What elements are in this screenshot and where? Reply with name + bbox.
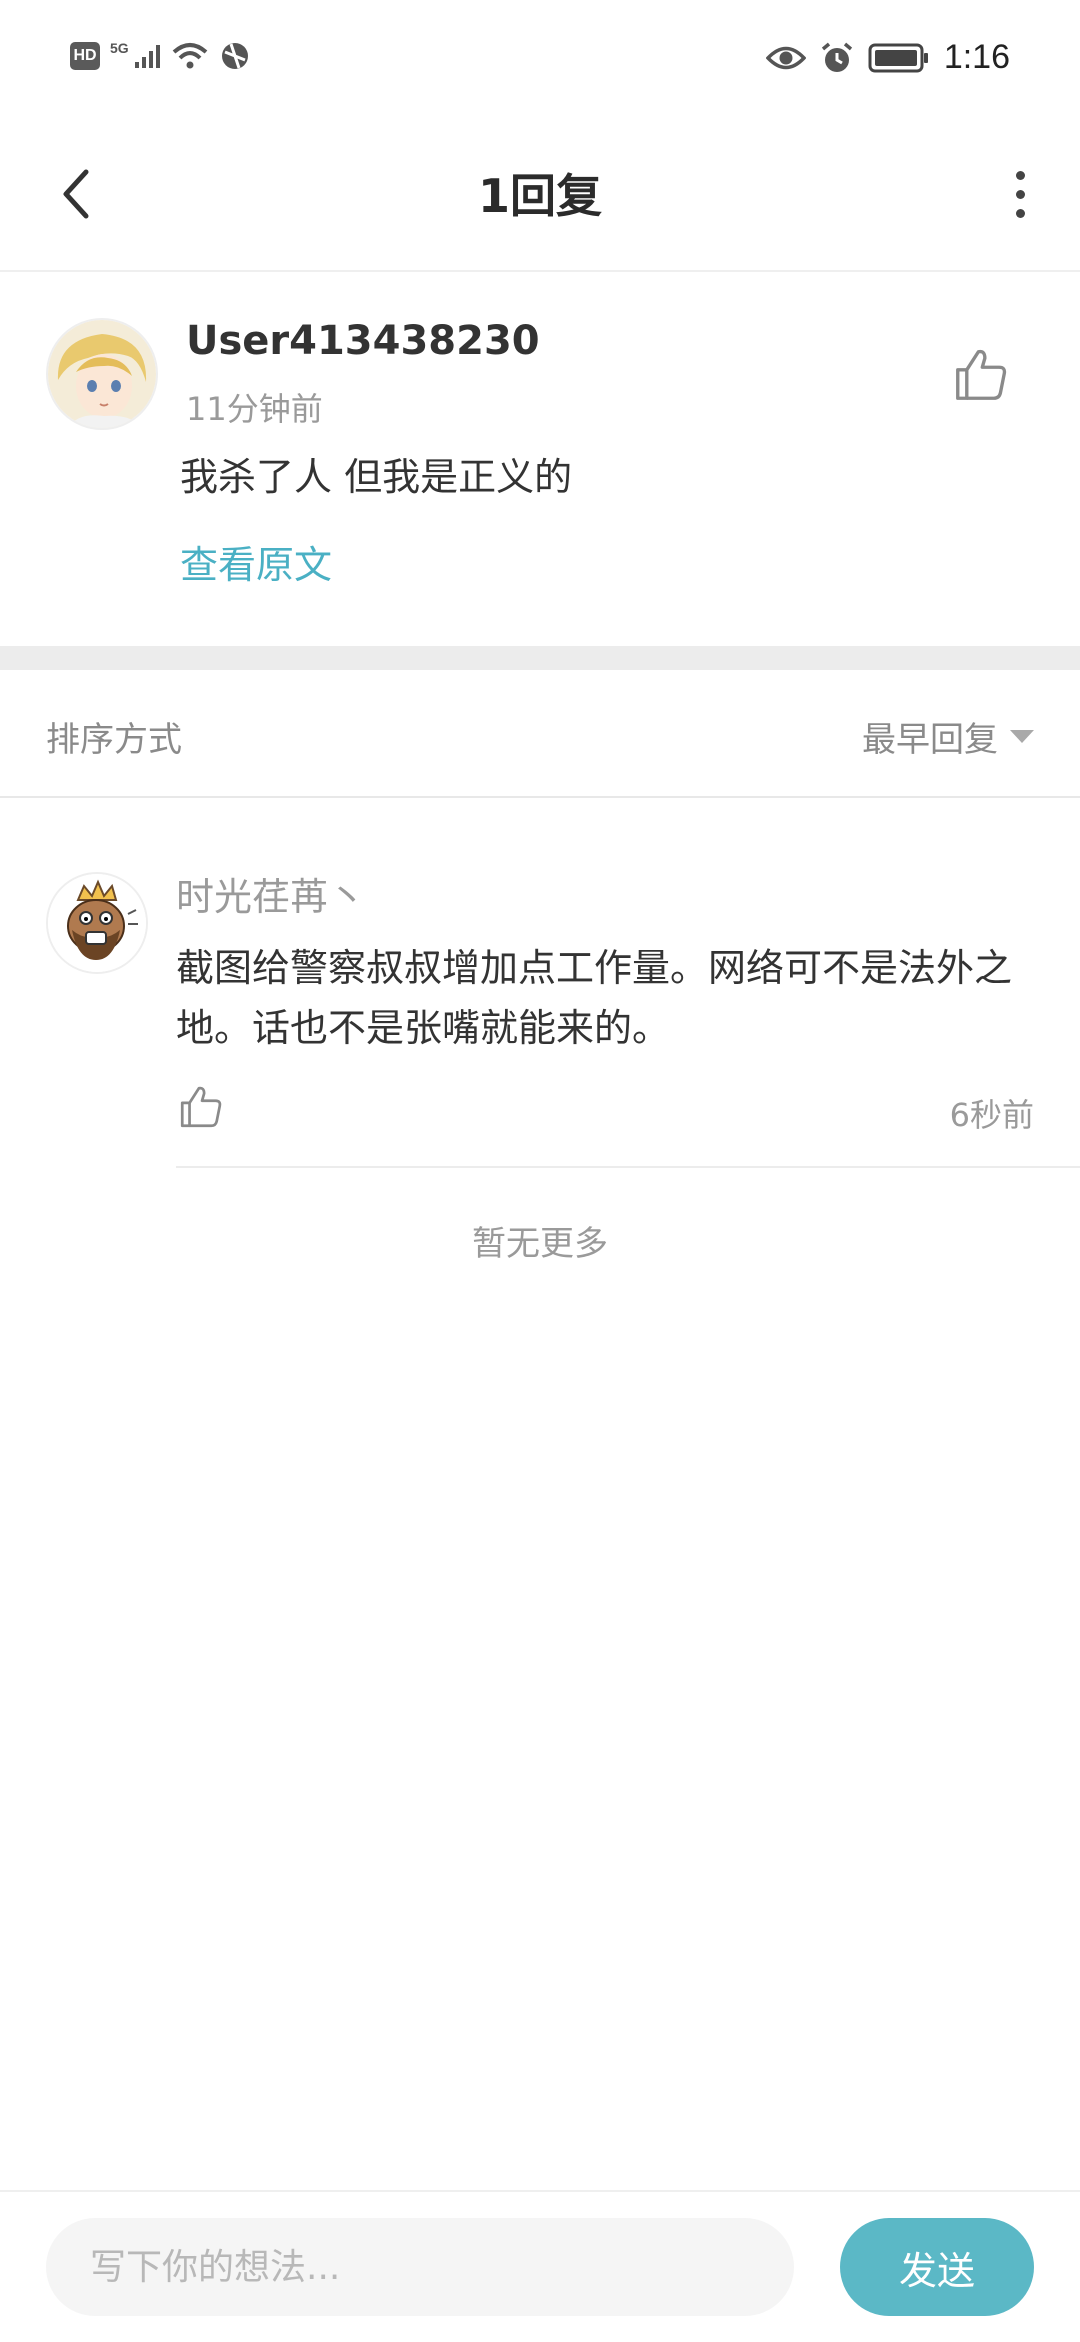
send-button[interactable]: 发送 — [840, 2218, 1034, 2316]
thumbs-up-icon — [956, 349, 1007, 400]
network-label: 5G — [110, 40, 129, 56]
status-right-icons: 1:16 — [765, 38, 1010, 77]
more-button[interactable] — [990, 154, 1050, 234]
more-vertical-icon — [1015, 170, 1025, 180]
comment-input[interactable] — [46, 2218, 794, 2316]
caret-down-icon — [1010, 730, 1034, 743]
alarm-icon — [821, 42, 852, 72]
composer-bar: 发送 — [0, 2190, 1080, 2342]
sort-label: 排序方式 — [46, 720, 182, 760]
status-bar: HD 5G 1:16 — [0, 0, 1080, 120]
status-left-icons: HD 5G — [70, 40, 251, 72]
reply-timestamp: 6秒前 — [949, 1096, 1034, 1134]
hd-badge: HD — [70, 42, 100, 70]
signal-icon — [134, 45, 160, 68]
battery-icon — [868, 43, 928, 72]
wifi-icon — [172, 43, 208, 69]
nav-bar: 1回复 — [0, 120, 1080, 272]
thumbs-up-icon — [180, 1086, 222, 1128]
anime-avatar-image — [48, 320, 156, 428]
sort-dropdown[interactable]: 最早回复 — [862, 712, 1034, 761]
vpn-icon — [221, 43, 248, 69]
section-divider — [0, 646, 1080, 670]
post-content: 我杀了人 但我是正义的 — [180, 455, 573, 499]
sort-row: 排序方式 最早回复 — [0, 670, 1080, 798]
reply-content: 截图给警察叔叔增加点工作量。网络可不是法外之地。话也不是张嘴就能来的。 — [176, 946, 1013, 1050]
no-more-text: 暂无更多 — [472, 1224, 608, 1264]
page-title: 1回复 — [477, 169, 602, 223]
status-time: 1:16 — [943, 38, 1010, 76]
post-username[interactable]: User413438230 — [186, 318, 540, 364]
cartoon-avatar-image — [48, 874, 146, 972]
view-original-link[interactable]: 查看原文 — [180, 534, 332, 589]
reply-username[interactable]: 时光荏苒丶 — [176, 866, 366, 921]
sort-selected-value: 最早回复 — [862, 720, 998, 760]
post-avatar[interactable] — [46, 318, 158, 430]
post-timestamp: 11分钟前 — [186, 390, 323, 428]
reply-avatar[interactable] — [46, 872, 148, 974]
eye-icon — [765, 46, 806, 69]
post-like-button[interactable] — [950, 344, 1012, 406]
reply-separator — [176, 1166, 1080, 1168]
reply-like-button[interactable] — [176, 1082, 226, 1132]
